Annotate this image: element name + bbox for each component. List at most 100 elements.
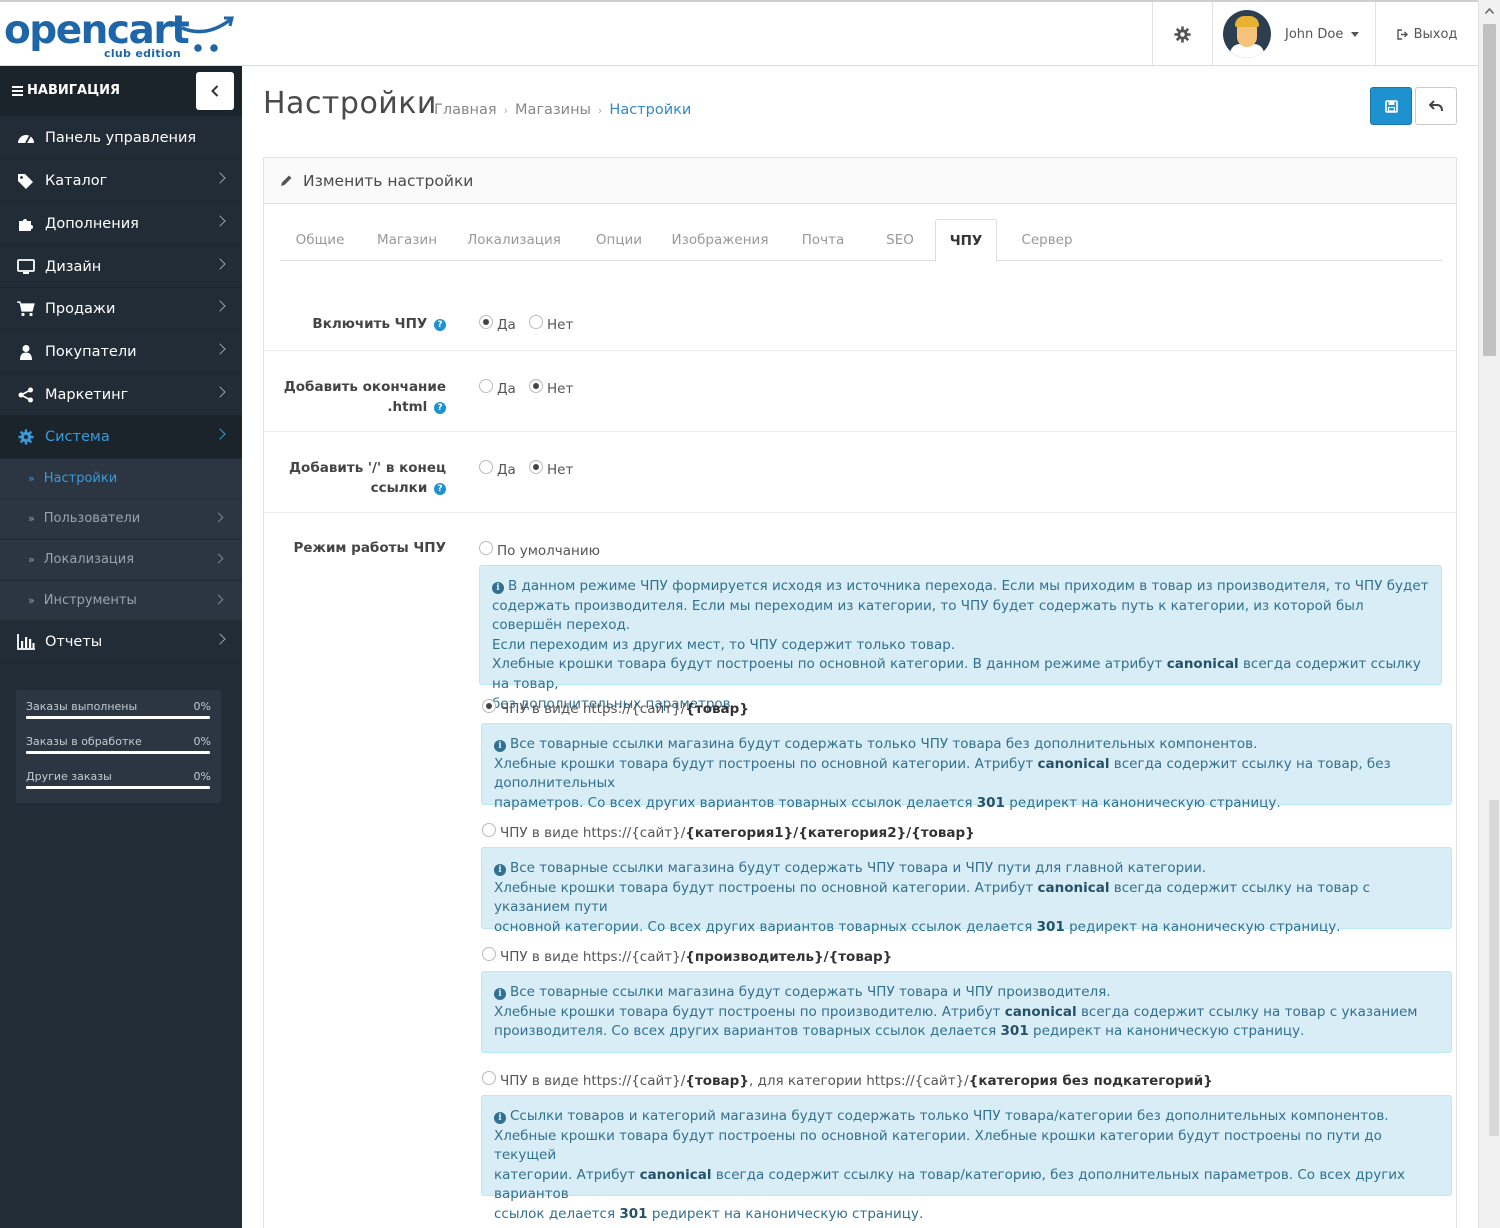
nav-collapse-button[interactable] [196, 72, 234, 110]
user-menu[interactable]: John Doe [1212, 2, 1375, 66]
chevron-right-icon [213, 553, 224, 564]
save-button[interactable] [1370, 87, 1412, 125]
tab-seo-url[interactable]: ЧПУ [935, 219, 997, 262]
angle-double-right-icon: » [28, 472, 35, 485]
sidebar-item-dashboard[interactable]: Панель управления [0, 117, 242, 159]
chevron-left-icon [211, 85, 219, 97]
html-no-radio[interactable]: Нет [529, 379, 573, 397]
html-yes-radio[interactable]: Да [479, 379, 516, 397]
sidebar-item-design[interactable]: Дизайн [0, 246, 242, 288]
chevron-right-icon [214, 215, 226, 227]
info-circle-icon: i [494, 988, 506, 1000]
tab-images[interactable]: Изображения [665, 219, 775, 261]
stat-other: Другие заказы 0% [26, 766, 211, 801]
mode-manufacturer-radio[interactable]: ЧПУ в виде https://{сайт}/{производитель… [482, 947, 892, 965]
sidebar-item-label: Отчеты [45, 633, 103, 650]
help-icon[interactable]: ? [434, 319, 446, 331]
breadcrumb: Главная › Магазины › Настройки [434, 102, 692, 118]
add-html-label: Добавить окончание .html ? [283, 379, 446, 415]
page-header: Настройки Главная › Магазины › Настройки [263, 86, 691, 121]
sidebar-subitem-settings[interactable]: » Настройки [0, 459, 242, 499]
progress-bar [26, 716, 210, 719]
desktop-icon [16, 258, 36, 276]
sidebar-subitem-users[interactable]: » Пользователи [0, 499, 242, 539]
tags-icon [16, 172, 36, 190]
sidebar-item-system[interactable]: Система [0, 416, 242, 458]
sidebar-item-sales[interactable]: Продажи [0, 288, 242, 330]
sidebar-item-customers[interactable]: Покупатели [0, 331, 242, 373]
info-circle-icon: i [494, 1112, 506, 1124]
sidebar-item-label: Маркетинг [45, 386, 129, 403]
scrollbar-thumb[interactable] [1483, 24, 1496, 356]
chevron-right-icon [214, 633, 226, 645]
caret-down-icon [1351, 31, 1360, 37]
sidebar-item-label: Панель управления [45, 129, 197, 146]
sidebar-item-extensions[interactable]: Дополнения [0, 203, 242, 245]
share-icon [16, 386, 36, 404]
tab-options[interactable]: Опции [582, 219, 656, 261]
angle-double-right-icon: » [28, 594, 35, 607]
chevron-right-icon [214, 343, 226, 355]
progress-bar [26, 786, 210, 789]
angle-double-right-icon: » [28, 553, 35, 566]
mode-flat-category-info: i Ссылки товаров и категорий магазина буд… [481, 1095, 1452, 1222]
avatar [1223, 10, 1271, 58]
user-icon [16, 343, 36, 361]
opencart-logo[interactable]: opencart club edition [4, 8, 236, 62]
breadcrumb-stores[interactable]: Магазины [515, 102, 591, 118]
logout-button[interactable]: Выход [1375, 2, 1478, 66]
nav-title: НАВИГАЦИЯ [27, 83, 121, 98]
top-header: opencart club edition John Doe Выход [0, 0, 1478, 66]
user-name: John Doe [1285, 26, 1344, 42]
tab-localisation[interactable]: Локализация [456, 219, 572, 261]
back-button[interactable] [1415, 87, 1457, 125]
panel-heading-text: Изменить настройки [303, 171, 474, 190]
tab-server[interactable]: Сервер [1002, 219, 1092, 261]
chevron-right-icon [214, 428, 226, 440]
sidebar-subitem-tools[interactable]: » Инструменты [0, 581, 242, 621]
tab-general[interactable]: Общие [280, 219, 360, 261]
sidebar-subitem-localisation[interactable]: » Локализация [0, 540, 242, 580]
pencil-icon [281, 175, 292, 186]
mode-category-path-info: i Все товарные ссылки магазина будут соде… [481, 847, 1452, 935]
tab-mail[interactable]: Почта [786, 219, 860, 261]
mode-manufacturer-info: i Все товарные ссылки магазина будут соде… [481, 971, 1452, 1053]
sidebar-subitem-label: Инструменты [43, 593, 137, 608]
sidebar-subitem-label: Локализация [43, 552, 135, 567]
tab-seo[interactable]: SEO [868, 219, 932, 261]
mode-product-info: i Все товарные ссылки магазина будут соде… [481, 723, 1452, 811]
mode-default-radio[interactable]: По умолчанию [479, 541, 600, 559]
enable-seo-url-label: Включить ЧПУ ? [266, 314, 446, 334]
mode-category-path-radio[interactable]: ЧПУ в виде https://{сайт}/{категория1}/{… [482, 823, 975, 841]
settings-gear-button[interactable] [1152, 2, 1212, 66]
tab-store[interactable]: Магазин [367, 219, 447, 261]
mode-default-info: iВ данном режиме ЧПУ формируется исходя … [479, 565, 1442, 712]
sidebar-item-label: Продажи [45, 300, 116, 317]
sidebar-item-catalog[interactable]: Каталог [0, 160, 242, 202]
info-circle-icon: i [494, 740, 506, 752]
sidebar-item-marketing[interactable]: Маркетинг [0, 374, 242, 416]
breadcrumb-home[interactable]: Главная [434, 102, 497, 118]
window-scrollbar[interactable] [1478, 0, 1500, 1228]
mode-flat-category-radio[interactable]: ЧПУ в виде https://{сайт}/{товар}, для к… [482, 1071, 1213, 1089]
scrollbar-track-mark [1489, 800, 1499, 1136]
breadcrumb-settings[interactable]: Настройки [609, 102, 691, 118]
help-icon[interactable]: ? [434, 483, 446, 495]
mode-product-radio[interactable]: ЧПУ в виде https://{сайт}/{товар} [482, 699, 749, 717]
slash-no-radio[interactable]: Нет [529, 460, 573, 478]
scroll-up-arrow-icon[interactable] [1479, 0, 1500, 22]
page-title: Настройки [263, 86, 437, 121]
settings-tabs: Общие Магазин Локализация Опции Изображе… [280, 219, 1442, 262]
menu-bars-icon [12, 84, 23, 98]
sidebar-item-label: Покупатели [45, 343, 137, 360]
help-icon[interactable]: ? [434, 402, 446, 414]
sidebar: НАВИГАЦИЯ Панель управления Каталог Допо… [0, 66, 242, 1228]
sidebar-item-reports[interactable]: Отчеты [0, 621, 242, 663]
slash-yes-radio[interactable]: Да [479, 460, 516, 478]
enable-yes-radio[interactable]: Да [479, 315, 516, 333]
cart-logo-icon [181, 16, 234, 52]
chevron-right-icon [214, 386, 226, 398]
sidebar-item-label: Система [45, 428, 110, 445]
row-add-html: Добавить окончание .html ? Да Нет [264, 351, 1456, 432]
enable-no-radio[interactable]: Нет [529, 315, 573, 333]
